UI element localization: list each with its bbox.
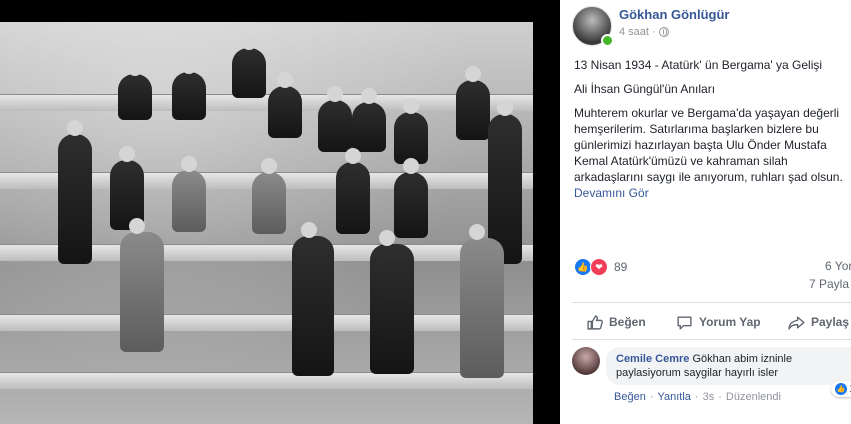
figure: [120, 218, 164, 352]
comment-action-separator: ·: [718, 391, 722, 403]
figure: [394, 98, 428, 164]
like-button-label: Beğen: [609, 315, 646, 329]
divider: [572, 302, 851, 303]
stone-step: [0, 372, 533, 389]
figure: [352, 88, 386, 152]
comment-like-badge[interactable]: 👍 1: [831, 381, 851, 397]
share-button-label: Paylaş: [811, 315, 850, 329]
post-photo[interactable]: [0, 22, 533, 424]
see-more-link[interactable]: Devamını Gör: [574, 185, 851, 201]
post-body-line: günlerimizi hazırlayan başta Ulu Önder M…: [574, 138, 827, 152]
post-header: Gökhan Gönlügür 4 saat ·: [572, 6, 851, 47]
post-body-line: Kemal Atatürk'ümüzü ve kahraman silah: [574, 154, 788, 168]
like-button[interactable]: Beğen: [586, 306, 646, 338]
comment-count-link[interactable]: 6 Yor: [825, 259, 851, 273]
comment-edited-label[interactable]: Düzenlendi: [726, 391, 781, 403]
figure: [118, 60, 152, 120]
globe-icon[interactable]: [658, 27, 669, 37]
post-paragraph-title: 13 Nisan 1934 - Atatürk' ün Bergama' ya …: [574, 58, 823, 72]
share-arrow-icon: [788, 315, 805, 330]
divider: [572, 339, 851, 340]
post-panel: Gökhan Gönlügür 4 saat · 13 Nisan 1934 -…: [560, 0, 851, 424]
comment-bubble-icon: [677, 315, 692, 330]
figure: [252, 158, 286, 234]
figure: [232, 34, 266, 98]
post-meta: 4 saat ·: [619, 26, 669, 38]
comment-text-line1: Gökhan abim izninle: [692, 353, 793, 365]
thumbs-up-icon: [587, 314, 603, 330]
comment-actions: Beğen · Yanıtla · 3s · Düzenlendi: [614, 391, 781, 403]
share-count-link[interactable]: 7 Payla: [809, 277, 849, 291]
commenter-avatar[interactable]: [572, 347, 600, 375]
post-paragraph-body: Muhterem okurlar ve Bergama'da yaşayan d…: [574, 105, 851, 201]
post-body-line: hemşerilerim. Satırlarıma başlarken bizl…: [574, 122, 819, 136]
figure: [58, 120, 92, 264]
reactions-summary[interactable]: 👍 ❤ 89: [574, 258, 627, 276]
comment-reply-link[interactable]: Yanıtla: [657, 391, 690, 403]
post-time[interactable]: 4 saat: [619, 26, 649, 38]
post-text: 13 Nisan 1934 - Atatürk' ün Bergama' ya …: [574, 57, 851, 209]
figure: [292, 222, 334, 376]
comment-action-separator: ·: [694, 391, 699, 403]
comment-bubble: Cemile Cemre Gökhan abim izninle paylasi…: [606, 347, 851, 385]
figure: [370, 230, 414, 374]
figure: [460, 224, 504, 378]
post-body-line: Muhterem okurlar ve Bergama'da yaşayan d…: [574, 106, 840, 120]
figure: [394, 158, 428, 238]
comment-action-separator: ·: [649, 391, 654, 403]
figure: [318, 86, 352, 152]
stone-step: [0, 94, 533, 111]
comment-item: Cemile Cemre Gökhan abim izninle paylasi…: [572, 347, 851, 417]
commenter-name[interactable]: Cemile Cemre: [616, 353, 689, 365]
figure: [172, 156, 206, 232]
online-status-icon: [601, 34, 614, 47]
figure: [172, 58, 206, 120]
author-name[interactable]: Gökhan Gönlügür: [619, 7, 730, 22]
figure: [456, 66, 490, 140]
comment-time[interactable]: 3s: [703, 391, 715, 403]
comment-like-link[interactable]: Beğen: [614, 391, 646, 403]
comment-button-label: Yorum Yap: [699, 315, 761, 329]
like-reaction-icon: 👍: [835, 383, 847, 395]
share-button[interactable]: Paylaş: [788, 306, 849, 338]
reaction-count: 89: [614, 260, 628, 274]
meta-separator: ·: [651, 26, 656, 38]
comment-text-line2: paylasiyorum saygilar hayırlı isler: [616, 367, 778, 379]
love-reaction-icon: ❤: [590, 258, 608, 276]
photo-viewer: [0, 0, 560, 424]
post-paragraph-subtitle: Ali İhsan Güngül'ün Anıları: [574, 82, 716, 96]
figure: [336, 148, 370, 234]
stone-step: [0, 314, 533, 331]
figure: [268, 72, 302, 138]
post-actions: Beğen Yorum Yap Paylaş: [572, 306, 851, 338]
post-body-line: arkadaşlarını saygı ile anıyorum, ruhlar…: [574, 170, 843, 184]
comment-button[interactable]: Yorum Yap: [676, 306, 761, 338]
